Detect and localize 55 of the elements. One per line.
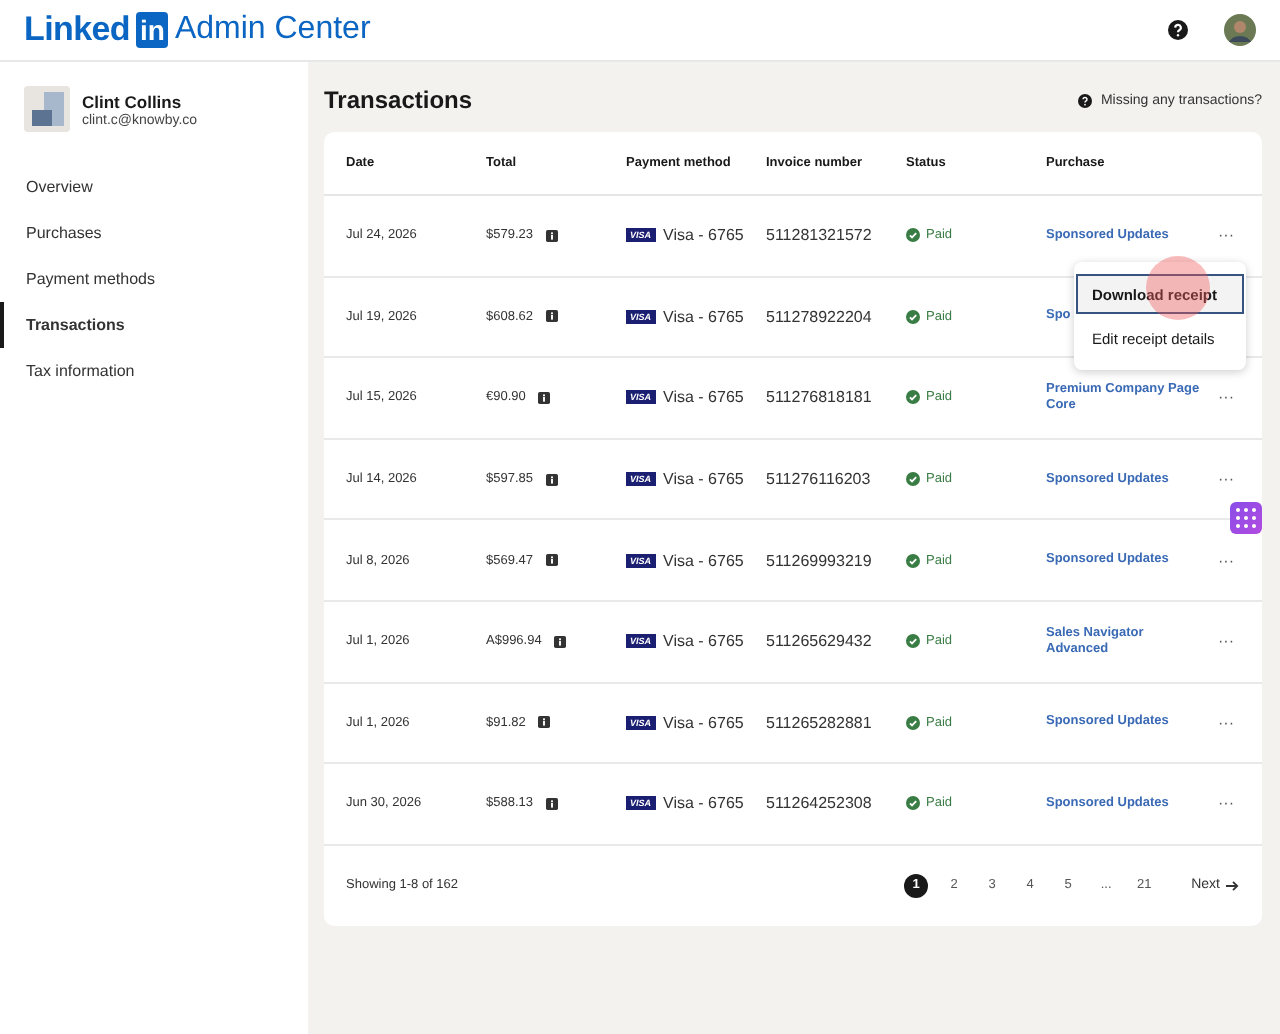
invoice-number-cell-text: 511281321572 (766, 226, 874, 245)
info-icon[interactable] (545, 797, 557, 810)
invoice-number-cell-text: 511278922204 (766, 307, 874, 326)
info-icon[interactable] (545, 473, 557, 486)
more-button[interactable]: ··· (1210, 713, 1242, 732)
arrow-right-icon (1226, 879, 1240, 892)
nav-item[interactable]: Overview (0, 164, 308, 210)
invoice-number-cell-text: 511276116203 (766, 470, 873, 489)
nav-item[interactable]: Purchases (0, 210, 308, 256)
info-icon[interactable] (553, 635, 566, 648)
floating-action-button[interactable] (1230, 502, 1262, 534)
check-circle-icon (906, 715, 920, 730)
check-circle-icon (906, 228, 920, 243)
check-circle-icon (906, 390, 920, 405)
more-button[interactable]: ··· (1210, 470, 1242, 489)
check-circle-icon (906, 472, 920, 487)
invoice-number-cell-text: 511269993219 (766, 551, 874, 570)
company-logo (24, 86, 70, 132)
check-circle-icon (906, 796, 920, 811)
payment-method-cell: Visa - 6765 (663, 226, 744, 245)
info-icon[interactable] (537, 391, 550, 404)
avatar[interactable] (1224, 14, 1256, 46)
payment-method-cell: Visa - 6765 (663, 551, 744, 570)
nav-item[interactable]: Transactions (0, 302, 308, 348)
info-icon[interactable] (545, 229, 557, 242)
app-title: Admin Center (174, 12, 371, 48)
more-button[interactable]: ··· (1210, 794, 1242, 813)
invoice-number-cell-text: 511276818181 (766, 388, 874, 407)
payment-method-cell: Visa - 6765 (663, 713, 744, 732)
user-name: Clint Collins (82, 91, 184, 111)
payment-method-cell: Visa - 6765 (663, 794, 744, 813)
info-icon[interactable] (537, 716, 550, 729)
check-circle-icon (906, 634, 920, 649)
more-button[interactable]: ··· (1210, 632, 1242, 651)
invoice-number-cell-text: 511265629432 (766, 632, 874, 651)
payment-method-cell: Visa - 6765 (663, 307, 744, 326)
nav-item[interactable]: Payment methods (0, 256, 308, 302)
more-button[interactable]: ··· (1210, 226, 1242, 245)
check-circle-icon (906, 309, 920, 324)
payment-method-cell: Visa - 6765 (663, 388, 744, 407)
linkedin-logo[interactable]: Linked in (24, 10, 169, 50)
payment-method-cell: Visa - 6765 (663, 470, 744, 489)
page-title: Transactions (324, 86, 473, 114)
invoice-number-cell-text: 511265282881 (766, 713, 874, 732)
more-button[interactable]: ··· (1210, 388, 1242, 407)
nav-item[interactable]: Tax information (0, 348, 308, 394)
invoice-number-cell-text: 511264252308 (766, 794, 874, 813)
grid-icon (1236, 508, 1256, 528)
payment-method-cell: Visa - 6765 (663, 632, 744, 651)
help-icon[interactable] (1168, 20, 1188, 40)
more-button[interactable]: ··· (1210, 551, 1242, 570)
check-circle-icon (906, 553, 920, 568)
info-icon[interactable] (545, 310, 557, 323)
info-icon[interactable] (545, 554, 557, 567)
help-icon[interactable] (1078, 93, 1093, 107)
